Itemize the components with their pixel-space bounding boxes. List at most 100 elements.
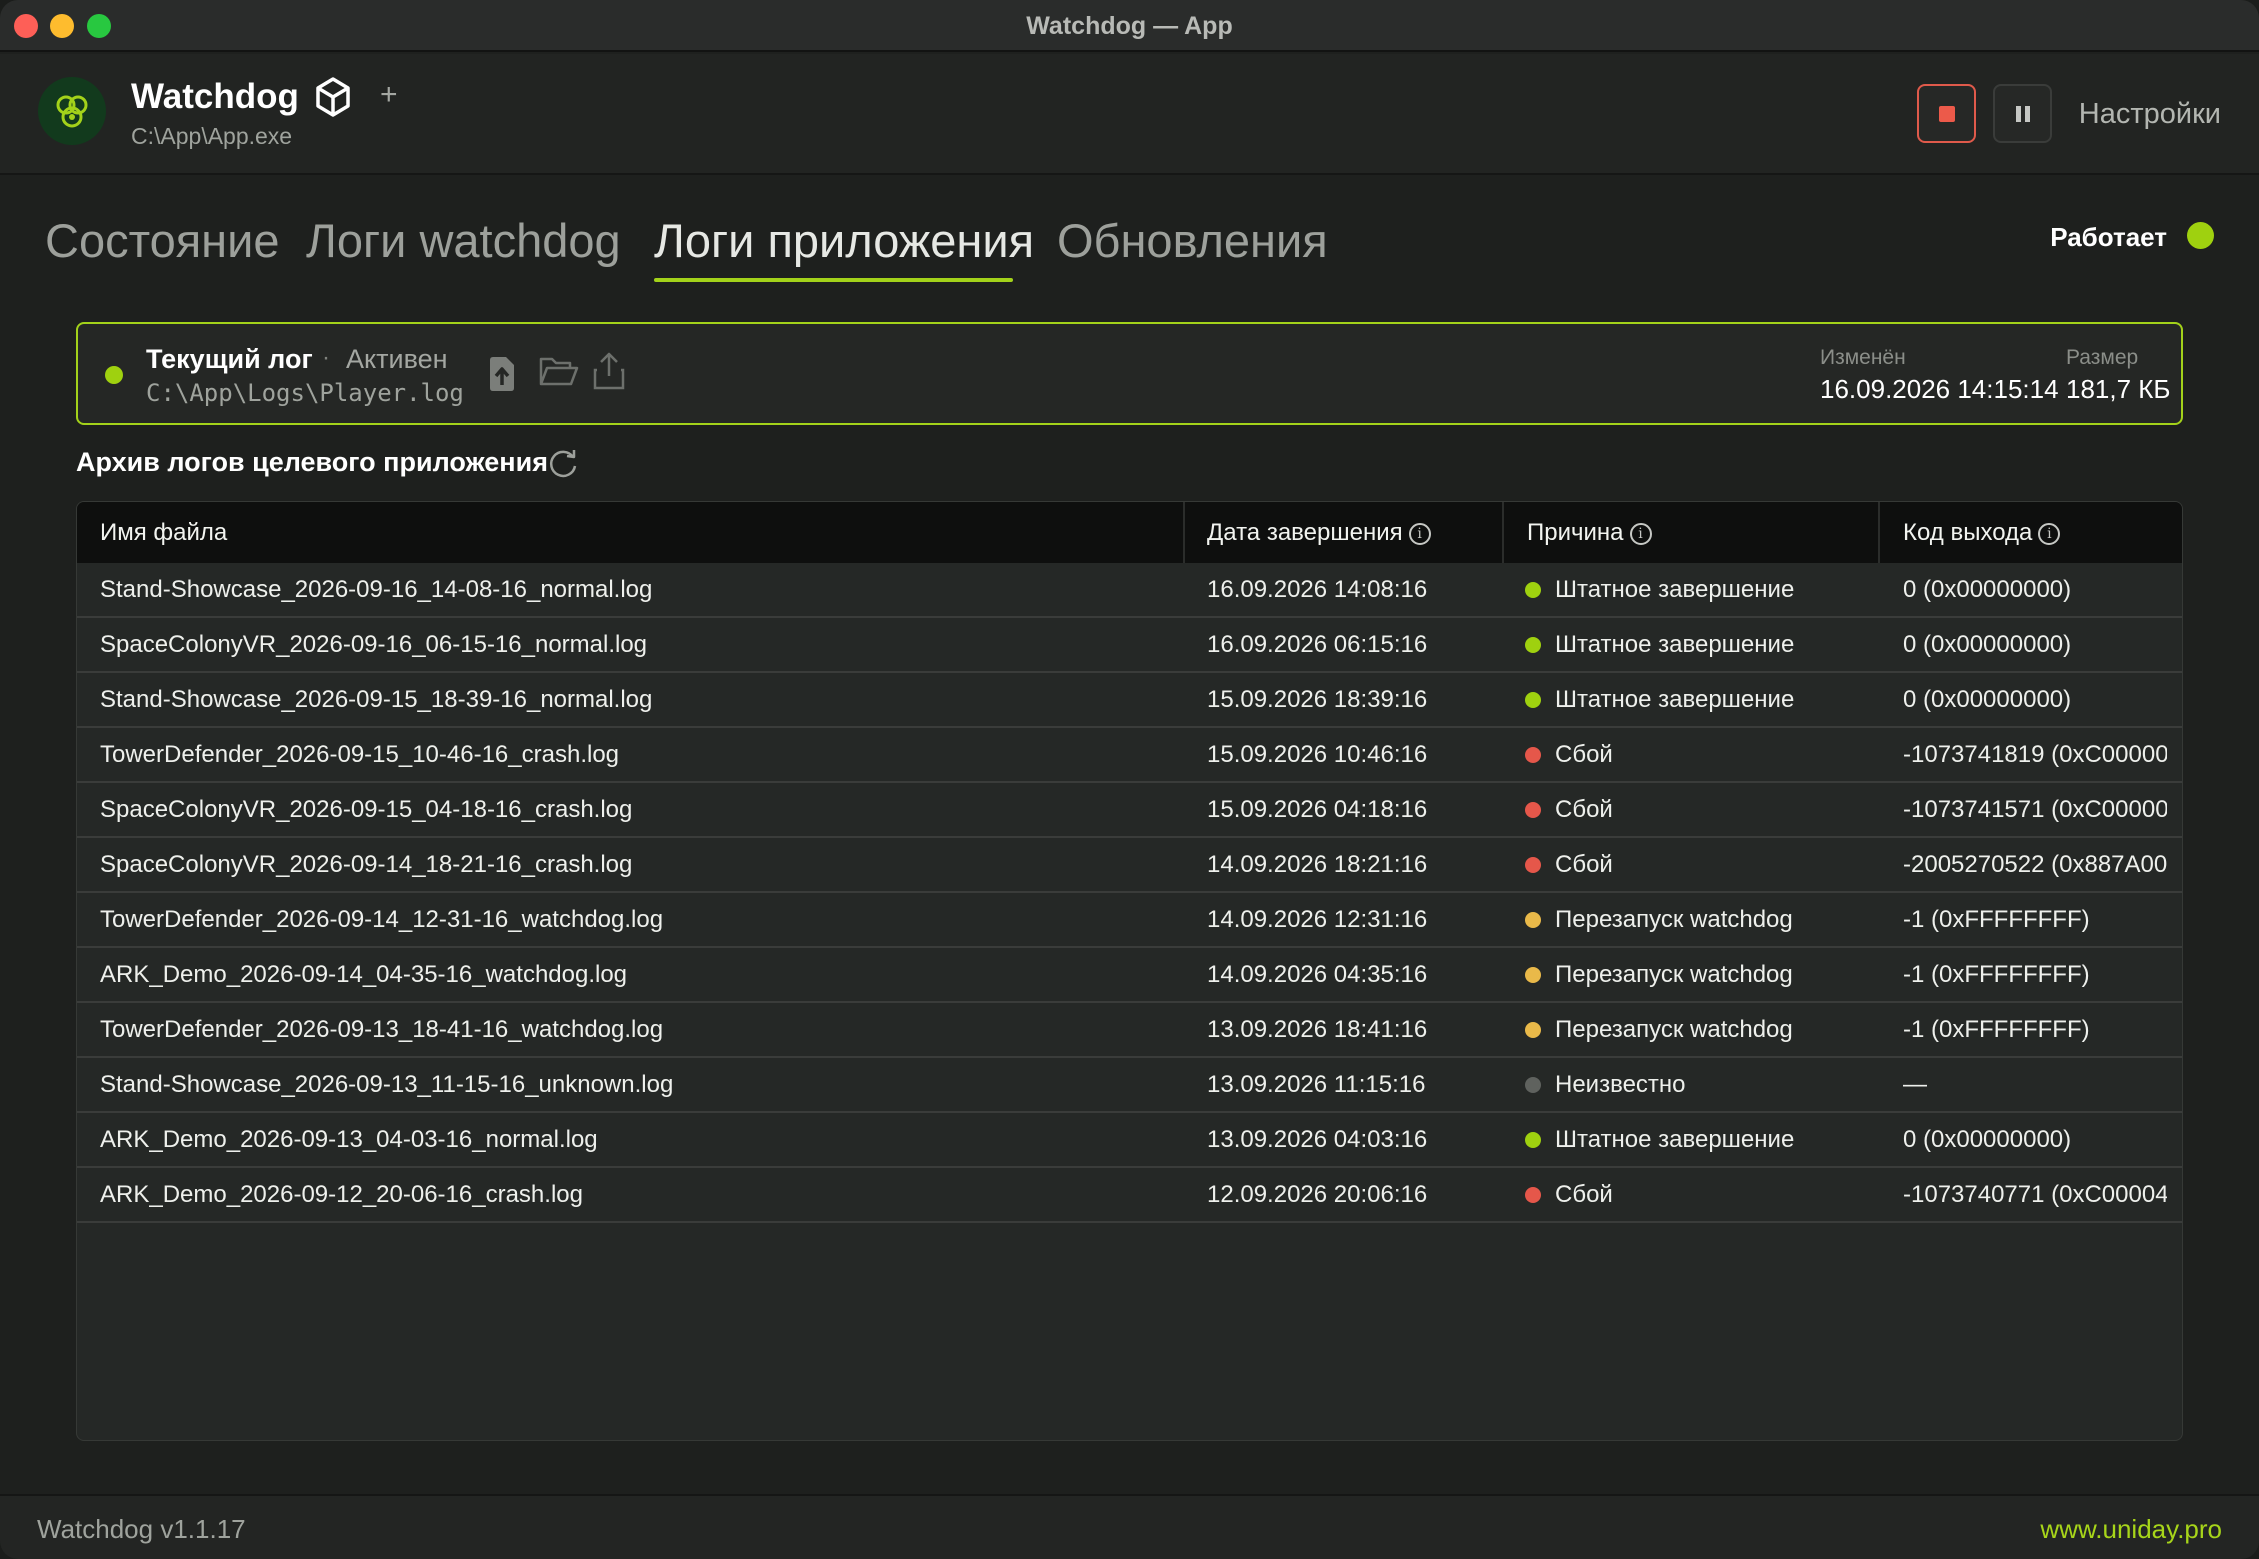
- add-app-button[interactable]: +: [380, 78, 398, 112]
- table-header: Имя файла Дата завершения i Причина i Код …: [77, 502, 2182, 563]
- file-name-cell: TowerDefender_2026-09-15_10-46-16_crash.…: [100, 741, 620, 768]
- end-date-cell: 15.09.2026 18:39:16: [1207, 686, 1428, 713]
- current-log-path: C:\App\Logs\Player.log: [146, 379, 464, 407]
- folder-open-icon[interactable]: [538, 354, 580, 395]
- column-divider[interactable]: [1878, 502, 1880, 563]
- file-name-cell: SpaceColonyVR_2026-09-14_18-21-16_crash.…: [100, 851, 633, 878]
- file-name-cell: Stand-Showcase_2026-09-16_14-08-16_norma…: [100, 576, 653, 603]
- exit-code-cell: 0 (0x00000000): [1903, 686, 2072, 713]
- reason-status-dot: [1525, 912, 1541, 928]
- end-date-cell: 12.09.2026 20:06:16: [1207, 1181, 1428, 1208]
- column-header-label: Код выхода: [1903, 519, 2033, 546]
- reason-status-dot: [1525, 1187, 1541, 1203]
- info-icon[interactable]: i: [1408, 522, 1431, 545]
- reason-cell: Штатное завершение: [1555, 576, 1795, 603]
- app-header: Watchdog + C:\App\App.exe Настройки: [0, 54, 2259, 175]
- table-row[interactable]: ARK_Demo_2026-09-14_04-35-16_watchdog.lo…: [77, 948, 2182, 1003]
- archive-table: Имя файла Дата завершения i Причина i Код …: [76, 501, 2183, 1441]
- footer: Watchdog v1.1.17 www.uniday.pro: [0, 1494, 2259, 1559]
- end-date-cell: 13.09.2026 04:03:16: [1207, 1126, 1428, 1153]
- end-date-cell: 13.09.2026 18:41:16: [1207, 1016, 1428, 1043]
- tab-watchdog-logs[interactable]: Логи watchdog: [306, 213, 621, 268]
- website-link[interactable]: www.uniday.pro: [2040, 1514, 2222, 1545]
- table-row[interactable]: SpaceColonyVR_2026-09-16_06-15-16_normal…: [77, 618, 2182, 673]
- table-row[interactable]: TowerDefender_2026-09-13_18-41-16_watchd…: [77, 1003, 2182, 1058]
- column-divider[interactable]: [1502, 502, 1504, 563]
- end-date-cell: 14.09.2026 18:21:16: [1207, 851, 1428, 878]
- file-name-cell: SpaceColonyVR_2026-09-15_04-18-16_crash.…: [100, 796, 633, 823]
- reason-status-dot: [1525, 692, 1541, 708]
- reason-status-dot: [1525, 1022, 1541, 1038]
- pause-icon: [2015, 105, 2030, 122]
- share-icon[interactable]: [591, 350, 627, 397]
- tab-app-logs[interactable]: Логи приложения: [654, 213, 1034, 268]
- unity-icon: [312, 76, 354, 123]
- table-row[interactable]: ARK_Demo_2026-09-13_04-03-16_normal.log 1…: [77, 1113, 2182, 1168]
- column-header-date[interactable]: Дата завершения i: [1207, 502, 1431, 563]
- table-row[interactable]: SpaceColonyVR_2026-09-14_18-21-16_crash.…: [77, 838, 2182, 893]
- column-header-filename[interactable]: Имя файла: [100, 502, 227, 563]
- exit-code-cell: 0 (0x00000000): [1903, 576, 2072, 603]
- exit-code-cell: -2005270522 (0x887A00: [1903, 851, 2167, 878]
- info-icon[interactable]: i: [1629, 522, 1652, 545]
- exit-code-cell: -1 (0xFFFFFFFF): [1903, 906, 2090, 933]
- info-icon[interactable]: i: [2038, 522, 2061, 545]
- active-dot: [105, 366, 123, 384]
- file-name-cell: ARK_Demo_2026-09-13_04-03-16_normal.log: [100, 1126, 598, 1153]
- file-name-cell: TowerDefender_2026-09-13_18-41-16_watchd…: [100, 1016, 664, 1043]
- reason-status-dot: [1525, 582, 1541, 598]
- end-date-cell: 14.09.2026 04:35:16: [1207, 961, 1428, 988]
- table-row[interactable]: TowerDefender_2026-09-14_12-31-16_watchd…: [77, 893, 2182, 948]
- column-header-label: Причина: [1527, 519, 1624, 546]
- exit-code-cell: —: [1903, 1071, 1927, 1098]
- reason-status-dot: [1525, 1132, 1541, 1148]
- archive-title: Архив логов целевого приложения: [76, 447, 548, 477]
- column-header-exit-code[interactable]: Код выхода i: [1903, 502, 2061, 563]
- reason-status-dot: [1525, 1077, 1541, 1093]
- app-name: Watchdog: [131, 77, 299, 116]
- reason-status-dot: [1525, 857, 1541, 873]
- exit-code-cell: -1 (0xFFFFFFFF): [1903, 1016, 2090, 1043]
- separator: ·: [322, 344, 330, 371]
- file-upload-icon[interactable]: [487, 354, 517, 399]
- file-name-cell: Stand-Showcase_2026-09-13_11-15-16_unkno…: [100, 1071, 674, 1098]
- exit-code-cell: -1073741819 (0xC000000: [1903, 741, 2167, 768]
- table-row[interactable]: Stand-Showcase_2026-09-16_14-08-16_norma…: [77, 563, 2182, 618]
- file-name-cell: TowerDefender_2026-09-14_12-31-16_watchd…: [100, 906, 664, 933]
- exit-code-cell: -1 (0xFFFFFFFF): [1903, 961, 2090, 988]
- reason-cell: Штатное завершение: [1555, 1126, 1795, 1153]
- column-header-reason[interactable]: Причина i: [1527, 502, 1652, 563]
- reason-status-dot: [1525, 802, 1541, 818]
- pause-button[interactable]: [1993, 84, 2052, 143]
- status-dot: [2187, 222, 2214, 249]
- modified-label: Изменён: [1820, 346, 1906, 369]
- column-divider[interactable]: [1183, 502, 1185, 563]
- column-header-label: Имя файла: [100, 519, 228, 546]
- reason-cell: Перезапуск watchdog: [1555, 961, 1793, 988]
- tab-updates[interactable]: Обновления: [1057, 213, 1328, 268]
- table-row[interactable]: ARK_Demo_2026-09-12_20-06-16_crash.log 12…: [77, 1168, 2182, 1223]
- end-date-cell: 16.09.2026 06:15:16: [1207, 631, 1428, 658]
- status-label: Работает: [2050, 222, 2167, 252]
- active-tab-indicator: [654, 278, 1013, 282]
- size-value: 181,7 КБ: [2066, 374, 2171, 404]
- table-row[interactable]: Stand-Showcase_2026-09-13_11-15-16_unkno…: [77, 1058, 2182, 1113]
- stop-icon: [1938, 105, 1955, 122]
- table-row[interactable]: TowerDefender_2026-09-15_10-46-16_crash.…: [77, 728, 2182, 783]
- table-row[interactable]: Stand-Showcase_2026-09-15_18-39-16_norma…: [77, 673, 2182, 728]
- tab-status[interactable]: Состояние: [45, 213, 280, 268]
- current-log-title: Текущий лог: [146, 344, 313, 374]
- refresh-icon[interactable]: [546, 447, 580, 486]
- table-row[interactable]: SpaceColonyVR_2026-09-15_04-18-16_crash.…: [77, 783, 2182, 838]
- app-path: C:\App\App.exe: [131, 123, 293, 149]
- reason-status-dot: [1525, 747, 1541, 763]
- reason-cell: Неизвестно: [1555, 1071, 1686, 1098]
- settings-button[interactable]: Настройки: [2079, 98, 2221, 131]
- end-date-cell: 15.09.2026 04:18:16: [1207, 796, 1428, 823]
- exit-code-cell: -1073741571 (0xC00000F: [1903, 796, 2167, 823]
- column-header-label: Дата завершения: [1207, 519, 1403, 546]
- exit-code-cell: 0 (0x00000000): [1903, 631, 2072, 658]
- app-logo-icon: [38, 77, 106, 145]
- current-log-card: Текущий лог · Активен C:\App\Logs\Player…: [76, 322, 2183, 425]
- stop-button[interactable]: [1917, 84, 1976, 143]
